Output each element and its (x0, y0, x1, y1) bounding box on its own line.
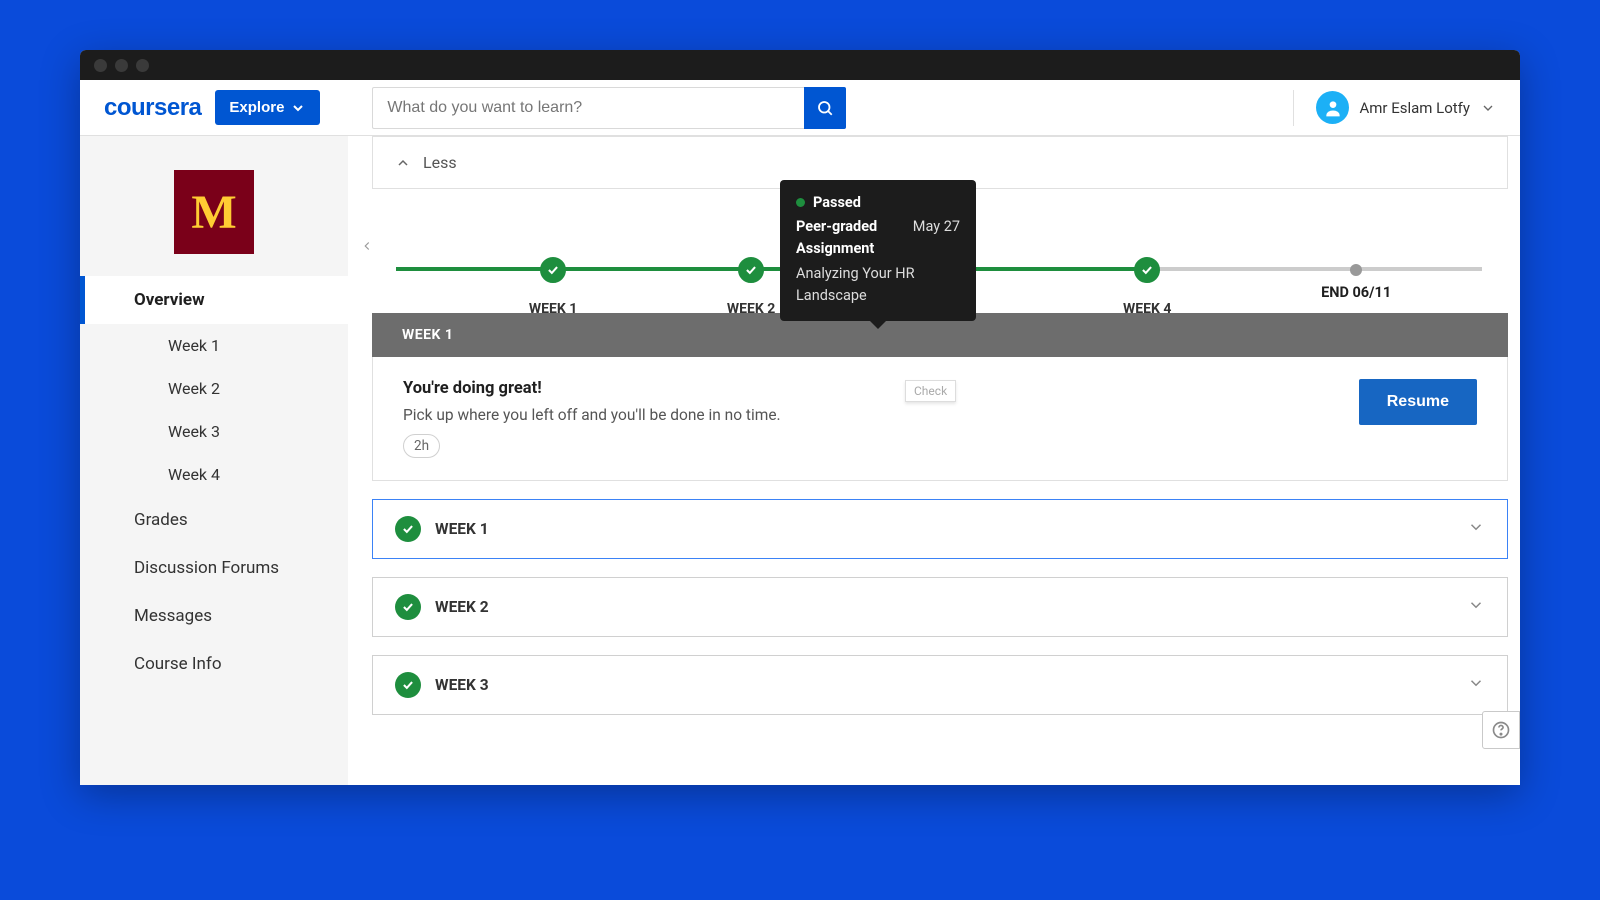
coursera-logo[interactable]: coursera (104, 94, 201, 122)
tooltip-type: Peer-graded Assignment (796, 216, 896, 260)
chevron-down-icon (1467, 674, 1485, 696)
person-icon (1323, 98, 1343, 118)
chevron-down-icon (290, 100, 306, 116)
duration-pill: 2h (403, 434, 440, 458)
resume-card: You're doing great! Pick up where you le… (372, 357, 1508, 481)
sidebar-item-week2[interactable]: Week 2 (80, 367, 348, 410)
window-dot (94, 59, 107, 72)
node-label: WEEK 4 (1123, 301, 1171, 317)
sidebar-item-week3[interactable]: Week 3 (80, 410, 348, 453)
search-icon (816, 99, 834, 117)
sidebar-item-overview[interactable]: Overview (80, 276, 348, 324)
help-button[interactable] (1482, 711, 1520, 749)
university-m-icon: M (191, 185, 236, 240)
end-label: END 06/11 (1321, 284, 1391, 301)
browser-titlebar (80, 50, 1520, 80)
week-row[interactable]: WEEK 2 (372, 577, 1508, 637)
week-row-label: WEEK 3 (435, 676, 489, 694)
end-dot-icon (1350, 264, 1362, 276)
check-icon (395, 516, 421, 542)
tooltip-status-label: Passed (813, 192, 861, 214)
browser-window: coursera Explore Amr Eslam Lotfy M (80, 50, 1520, 785)
user-menu[interactable]: Amr Eslam Lotfy (1293, 90, 1496, 126)
timeline-node-week2[interactable]: WEEK 2 (727, 257, 775, 317)
week-row-label: WEEK 1 (435, 520, 489, 538)
chevron-up-icon (395, 155, 411, 171)
timeline-back-button[interactable] (360, 234, 374, 258)
explore-label: Explore (229, 99, 284, 116)
search-button[interactable] (804, 87, 846, 129)
chevron-down-icon (1480, 100, 1496, 116)
timeline-node-week4[interactable]: WEEK 4 (1123, 257, 1171, 317)
sidebar-item-info[interactable]: Course Info (80, 640, 348, 688)
node-label: WEEK 1 (529, 301, 577, 317)
university-logo: M (174, 170, 254, 254)
check-icon (395, 672, 421, 698)
university-logo-wrap: M (80, 136, 348, 276)
user-name: Amr Eslam Lotfy (1359, 99, 1470, 117)
week-row[interactable]: WEEK 1 (372, 499, 1508, 559)
chevron-left-icon (360, 239, 374, 253)
check-icon (738, 257, 764, 283)
assignment-tooltip: Passed Peer-graded Assignment May 27 Ana… (780, 180, 976, 321)
help-icon (1491, 720, 1511, 740)
timeline-node-week1[interactable]: WEEK 1 (529, 257, 577, 317)
sidebar-item-week4[interactable]: Week 4 (80, 453, 348, 496)
sidebar-item-label: Overview (134, 290, 205, 310)
chevron-down-icon (1467, 596, 1485, 618)
week-row[interactable]: WEEK 3 (372, 655, 1508, 715)
tooltip-date: May 27 (913, 216, 960, 238)
resume-button[interactable]: Resume (1359, 379, 1477, 425)
search-input[interactable] (372, 87, 804, 129)
search-bar (372, 87, 846, 129)
explore-button[interactable]: Explore (215, 90, 320, 125)
check-tag: Check (905, 380, 956, 402)
chevron-down-icon (1467, 518, 1485, 540)
window-dot (115, 59, 128, 72)
check-icon (1134, 257, 1160, 283)
resume-title: You're doing great! (403, 379, 781, 398)
sidebar-item-grades[interactable]: Grades (80, 496, 348, 544)
node-label: WEEK 2 (727, 301, 775, 317)
tooltip-description: Analyzing Your HR Landscape (796, 263, 960, 307)
sidebar-item-forums[interactable]: Discussion Forums (80, 544, 348, 592)
tooltip-row: Peer-graded Assignment May 27 (796, 216, 960, 260)
status-dot-icon (796, 198, 805, 207)
resume-text: You're doing great! Pick up where you le… (403, 379, 781, 458)
sidebar: M Overview Week 1 Week 2 Week 3 Week 4 G… (80, 136, 348, 785)
sidebar-item-week1[interactable]: Week 1 (80, 324, 348, 367)
top-header: coursera Explore Amr Eslam Lotfy (80, 80, 1520, 136)
less-label: Less (423, 153, 457, 172)
timeline-node-end: END 06/11 (1321, 257, 1391, 317)
window-dot (136, 59, 149, 72)
sidebar-item-messages[interactable]: Messages (80, 592, 348, 640)
week-row-label: WEEK 2 (435, 598, 489, 616)
avatar (1316, 91, 1349, 124)
resume-subtitle: Pick up where you left off and you'll be… (403, 406, 781, 424)
check-icon (540, 257, 566, 283)
tooltip-status: Passed (796, 192, 960, 214)
check-icon (395, 594, 421, 620)
